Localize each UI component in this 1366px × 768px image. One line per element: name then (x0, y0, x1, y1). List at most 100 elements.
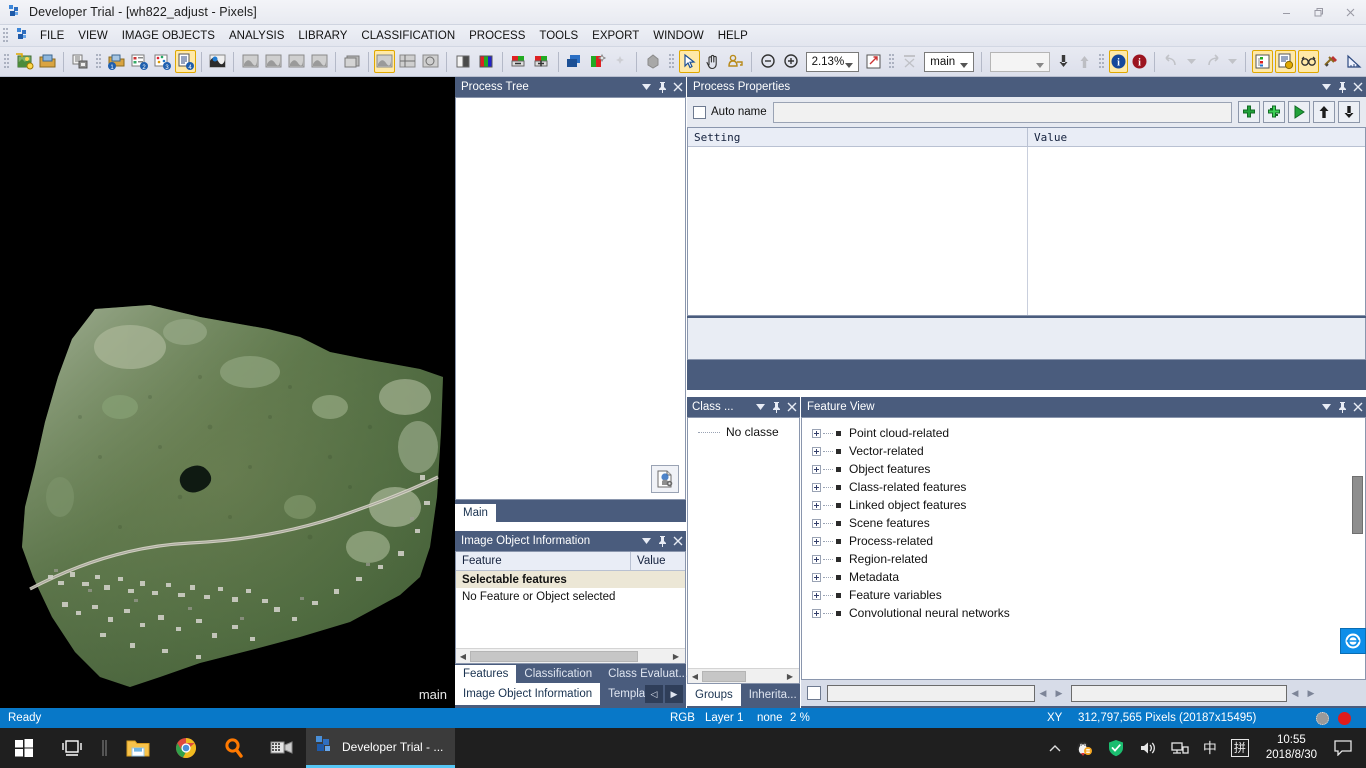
selectable-features-group-row[interactable]: Selectable features (456, 571, 685, 588)
zoom-to-fit-icon[interactable] (863, 50, 884, 73)
feature-range-min-input[interactable] (827, 684, 1035, 702)
close-icon[interactable] (1350, 399, 1366, 415)
image-equalize-icon[interactable] (587, 50, 608, 73)
range-max-decrease-icon[interactable]: ◀ (1287, 688, 1303, 699)
chrome-icon[interactable] (162, 728, 210, 768)
close-icon[interactable] (670, 79, 686, 95)
menu-item-analysis[interactable]: ANALYSIS (222, 28, 291, 44)
remote-control-floating-icon[interactable] (1340, 628, 1366, 654)
segmentation-step2-icon[interactable]: 2 (129, 50, 150, 73)
class-hierarchy-tree[interactable]: No classe ◀ ▶ (687, 417, 800, 684)
dock-tab-next-button[interactable]: ▶ (665, 685, 683, 703)
range-max-increase-icon[interactable]: ▶ (1303, 688, 1319, 699)
expand-icon[interactable] (812, 518, 821, 528)
feature-item-object-features[interactable]: Object features (812, 460, 1365, 478)
save-project-icon[interactable] (70, 50, 91, 73)
tab-groups[interactable]: Groups (687, 684, 741, 706)
feature-item-linked-object-features[interactable]: Linked object features (812, 496, 1365, 514)
task-view-button[interactable] (48, 728, 96, 768)
append-process-button[interactable] (1238, 101, 1260, 123)
expand-icon[interactable] (812, 482, 821, 492)
expand-icon[interactable] (812, 446, 821, 456)
feature-view-vscroll-thumb[interactable] (1352, 476, 1363, 534)
expand-icon[interactable] (812, 428, 821, 438)
tab-features[interactable]: Features (455, 665, 517, 683)
pin-icon[interactable] (654, 533, 670, 549)
minimize-button[interactable] (1270, 0, 1302, 25)
level-down-arrow-icon[interactable] (1054, 50, 1073, 73)
show-hide-outlines-icon[interactable] (207, 50, 228, 73)
info-red-icon[interactable]: i (1130, 50, 1149, 73)
secondary-combobox[interactable] (989, 51, 1051, 72)
view-layer-3-icon[interactable] (286, 50, 307, 73)
expand-icon[interactable] (812, 536, 821, 546)
close-icon[interactable] (670, 533, 686, 549)
layer-stack-icon[interactable] (564, 50, 585, 73)
increase-layer-icon[interactable] (532, 50, 553, 73)
toolbar-grip-4[interactable] (888, 52, 895, 72)
security-shield-icon[interactable] (1100, 739, 1132, 757)
pin-icon[interactable] (768, 399, 784, 415)
range-min-increase-icon[interactable]: ▶ (1051, 688, 1067, 699)
hscroll-thumb[interactable] (702, 670, 746, 682)
dock-tab-prev-button[interactable]: ◁ (645, 685, 663, 703)
menu-grip-handle[interactable] (2, 27, 10, 45)
tab-inheritance[interactable]: Inherita... (741, 684, 805, 706)
insert-child-process-button[interactable] (1263, 101, 1285, 123)
taskbar-clock[interactable]: 10:55 2018/8/30 (1256, 733, 1327, 763)
manage-customized-features-icon[interactable] (1321, 50, 1342, 73)
export-results-step4-icon[interactable]: 4 (174, 50, 196, 73)
menu-item-image-objects[interactable]: IMAGE OBJECTS (115, 28, 222, 44)
column-setting[interactable]: Setting (688, 128, 1028, 146)
open-project-icon[interactable] (37, 50, 58, 73)
tab-main[interactable]: Main (455, 504, 496, 522)
expand-icon[interactable] (812, 500, 821, 510)
menu-item-window[interactable]: WINDOW (646, 28, 710, 44)
ime-language-icon[interactable]: 中 (1196, 738, 1224, 758)
scroll-right-icon[interactable]: ▶ (669, 650, 683, 663)
search-icon[interactable] (210, 728, 258, 768)
zoom-in-icon[interactable] (781, 50, 802, 73)
toolbar-grip-5[interactable] (1098, 52, 1105, 72)
column-value[interactable]: Value (631, 552, 685, 570)
panel-menu-icon[interactable] (1318, 79, 1334, 95)
expand-icon[interactable] (812, 464, 821, 474)
column-feature[interactable]: Feature (456, 552, 631, 570)
chevron-down-icon[interactable] (845, 60, 854, 72)
panel-menu-icon[interactable] (638, 79, 654, 95)
feature-item-process-related[interactable]: Process-related (812, 532, 1365, 550)
pan-hand-icon[interactable] (702, 50, 723, 73)
close-icon[interactable] (1350, 79, 1366, 95)
expand-icon[interactable] (812, 608, 821, 618)
range-min-decrease-icon[interactable]: ◀ (1035, 688, 1051, 699)
toolbar-grip-2[interactable] (95, 52, 102, 72)
level-combobox[interactable]: main (924, 51, 975, 72)
zoom-out-icon[interactable] (758, 50, 779, 73)
feature-item-vector-related[interactable]: Vector-related (812, 442, 1365, 460)
copy-view-icon[interactable] (342, 50, 363, 73)
image-view-canvas[interactable]: main (0, 77, 455, 708)
select-cursor-icon[interactable] (678, 50, 700, 73)
feature-item-region-related[interactable]: Region-related (812, 550, 1365, 568)
restore-button[interactable] (1302, 0, 1334, 25)
zoom-level-combobox[interactable]: 2.13% (805, 51, 860, 72)
image-object-information-grid[interactable]: Feature Value Selectable features No Fea… (455, 551, 686, 664)
close-button[interactable] (1334, 0, 1366, 25)
rgb-toggle-icon[interactable] (476, 50, 497, 73)
object-mean-view-icon[interactable] (397, 50, 418, 73)
menu-item-process[interactable]: PROCESS (462, 28, 532, 44)
class-tree-hscrollbar[interactable]: ◀ ▶ (688, 668, 799, 683)
process-tree-content[interactable] (455, 97, 686, 500)
panel-menu-icon[interactable] (1318, 399, 1334, 415)
volume-icon[interactable] (1132, 740, 1164, 756)
menu-item-library[interactable]: LIBRARY (291, 28, 354, 44)
show-hidden-icons-chevron-icon[interactable] (1042, 744, 1068, 753)
view-layer-4-icon[interactable] (309, 50, 330, 73)
pin-icon[interactable] (654, 79, 670, 95)
tab-class-evaluation[interactable]: Class Evaluat... (600, 665, 696, 683)
screen-recorder-icon[interactable] (258, 728, 306, 768)
menu-item-tools[interactable]: TOOLS (532, 28, 585, 44)
expand-icon[interactable] (812, 554, 821, 564)
feature-view-tree[interactable]: Point cloud-related Vector-related Objec… (801, 417, 1366, 680)
settings-grid-rows[interactable] (688, 147, 1365, 315)
